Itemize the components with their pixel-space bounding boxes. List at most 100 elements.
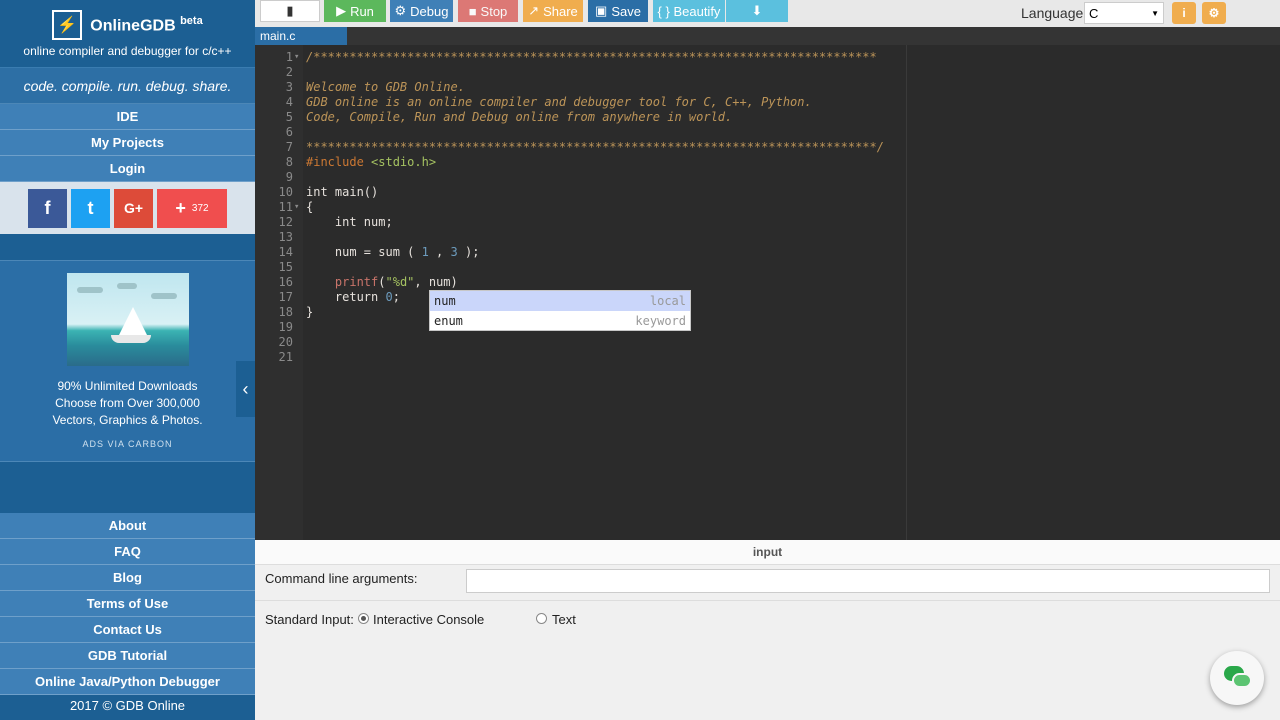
code-line[interactable]: 17 return 0; — [255, 290, 1280, 305]
link-about[interactable]: About — [0, 513, 255, 539]
code-text[interactable]: return 0; — [306, 290, 400, 305]
line-number: 3 — [285, 80, 293, 94]
carbon-ad[interactable]: 90% Unlimited Downloads Choose from Over… — [0, 260, 255, 462]
language-select[interactable]: C ▼ — [1084, 2, 1164, 24]
code-line[interactable]: 20 — [255, 335, 1280, 350]
play-icon: ▶ — [336, 3, 347, 18]
autocomplete-popup[interactable]: num local enum keyword — [429, 290, 691, 331]
share-button[interactable]: ↗ Share — [523, 0, 583, 22]
link-gdb-tutorial[interactable]: GDB Tutorial — [0, 643, 255, 669]
code-text[interactable]: printf("%d", num) — [306, 275, 458, 290]
code-line[interactable]: 9 — [255, 170, 1280, 185]
code-text[interactable]: Code, Compile, Run and Debug online from… — [306, 110, 732, 125]
line-number: 21 — [278, 350, 293, 364]
link-terms[interactable]: Terms of Use — [0, 591, 255, 617]
line-number: 12 — [278, 215, 293, 229]
code-text[interactable]: num = sum ( 1 , 3 ); — [306, 245, 480, 260]
code-line[interactable]: 12 int num; — [255, 215, 1280, 230]
line-number: 10 — [278, 185, 293, 199]
code-line[interactable]: 7 ***************************************… — [255, 140, 1280, 155]
code-text[interactable]: GDB online is an online compiler and deb… — [306, 95, 812, 110]
line-number: 18 — [278, 305, 293, 319]
info-button[interactable]: i — [1172, 2, 1196, 24]
code-text[interactable]: { — [306, 200, 313, 215]
interactive-console-label[interactable]: Interactive Console — [373, 612, 484, 627]
line-number: 17 — [278, 290, 293, 304]
fold-arrow-icon[interactable]: ▾ — [294, 200, 299, 215]
text-radio[interactable] — [536, 613, 547, 624]
code-line[interactable]: 16 printf("%d", num) — [255, 275, 1280, 290]
code-line[interactable]: 8 #include <stdio.h> — [255, 155, 1280, 170]
code-line[interactable]: 1 ▾ /*************************************… — [255, 50, 1280, 65]
chevron-left-icon: ‹ — [242, 378, 249, 399]
plus-icon: + — [175, 197, 186, 218]
text-radio-label[interactable]: Text — [552, 612, 576, 627]
code-line[interactable]: 10 int main() — [255, 185, 1280, 200]
link-faq[interactable]: FAQ — [0, 539, 255, 565]
brand[interactable]: ⚡ OnlineGDB beta online compiler and deb… — [0, 0, 255, 68]
collapse-sidebar-button[interactable]: ‹ — [236, 361, 255, 417]
share-more-button[interactable]: + 372 — [157, 188, 227, 228]
code-line[interactable]: 6 — [255, 125, 1280, 140]
stdin-label: Standard Input: — [265, 612, 354, 627]
code-text[interactable]: } — [306, 305, 313, 320]
settings-button[interactable]: ⚙ — [1202, 2, 1226, 24]
code-line[interactable]: 2 — [255, 65, 1280, 80]
cla-input[interactable] — [466, 569, 1270, 593]
autocomplete-item[interactable]: num local — [430, 291, 690, 311]
code-editor[interactable]: 1 ▾/*************************************… — [255, 45, 1280, 540]
code-line[interactable]: 19 — [255, 320, 1280, 335]
code-line[interactable]: 4 GDB online is an online compiler and de… — [255, 95, 1280, 110]
tagline: code. compile. run. debug. share. — [0, 68, 255, 104]
nav-login[interactable]: Login — [0, 156, 255, 182]
new-file-button[interactable]: ▮ — [260, 0, 320, 22]
ad-image[interactable] — [66, 273, 189, 366]
facebook-icon[interactable]: f — [28, 188, 67, 228]
ads-via-carbon[interactable]: ADS VIA CARBON — [0, 439, 255, 449]
tab-main-c[interactable]: main.c — [255, 27, 347, 45]
chat-button[interactable] — [1210, 651, 1264, 705]
ad-text[interactable]: 90% Unlimited Downloads Choose from Over… — [0, 378, 255, 429]
input-panel-header[interactable]: input — [255, 540, 1280, 565]
link-java-python-debugger[interactable]: Online Java/Python Debugger — [0, 669, 255, 695]
code-line[interactable]: 15 — [255, 260, 1280, 275]
code-line[interactable]: 21 — [255, 350, 1280, 365]
code-line[interactable]: 11 ▾ { — [255, 200, 1280, 215]
input-panel: input Command line arguments: Standard I… — [255, 540, 1280, 720]
code-text[interactable]: int main() — [306, 185, 378, 200]
info-icon: i — [1182, 6, 1186, 20]
copyright: 2017 © GDB Online — [69, 698, 186, 713]
line-number: 16 — [278, 275, 293, 289]
debug-button[interactable]: ⚙ Debug — [390, 0, 453, 22]
code-line[interactable]: 3 Welcome to GDB Online. — [255, 80, 1280, 95]
code-line[interactable]: 5 Code, Compile, Run and Debug online fro… — [255, 110, 1280, 125]
chat-icon-bubble — [1232, 673, 1252, 688]
code-text[interactable]: ****************************************… — [306, 140, 884, 155]
link-blog[interactable]: Blog — [0, 565, 255, 591]
nav-my-projects[interactable]: My Projects — [0, 130, 255, 156]
code-line[interactable]: 14 num = sum ( 1 , 3 ); — [255, 245, 1280, 260]
line-number: 6 — [285, 125, 293, 139]
save-button[interactable]: ▣ Save — [588, 0, 648, 22]
code-line[interactable]: 13 — [255, 230, 1280, 245]
nav-ide[interactable]: IDE — [0, 104, 255, 130]
stop-button[interactable]: ■ Stop — [458, 0, 518, 22]
link-contact[interactable]: Contact Us — [0, 617, 255, 643]
ac-word: num — [434, 294, 456, 308]
brand-name: OnlineGDB — [90, 17, 176, 35]
code-text[interactable]: int num; — [306, 215, 393, 230]
run-button[interactable]: ▶ Run — [324, 0, 386, 22]
code-line[interactable]: 18} — [255, 305, 1280, 320]
download-button[interactable]: ⬇ — [726, 0, 788, 22]
autocomplete-item[interactable]: enum keyword — [430, 311, 690, 331]
fold-arrow-icon[interactable]: ▾ — [294, 50, 299, 65]
googleplus-icon[interactable]: G+ — [114, 188, 153, 228]
beautify-button[interactable]: { } Beautify — [653, 0, 725, 22]
stop-label: Stop — [480, 3, 508, 19]
twitter-icon[interactable]: t — [71, 188, 110, 228]
interactive-console-radio[interactable] — [358, 613, 369, 624]
code-text[interactable]: #include <stdio.h> — [306, 155, 436, 170]
code-text[interactable]: Welcome to GDB Online. — [306, 80, 465, 95]
code-text[interactable]: /***************************************… — [306, 50, 877, 65]
ac-type: keyword — [635, 314, 686, 328]
